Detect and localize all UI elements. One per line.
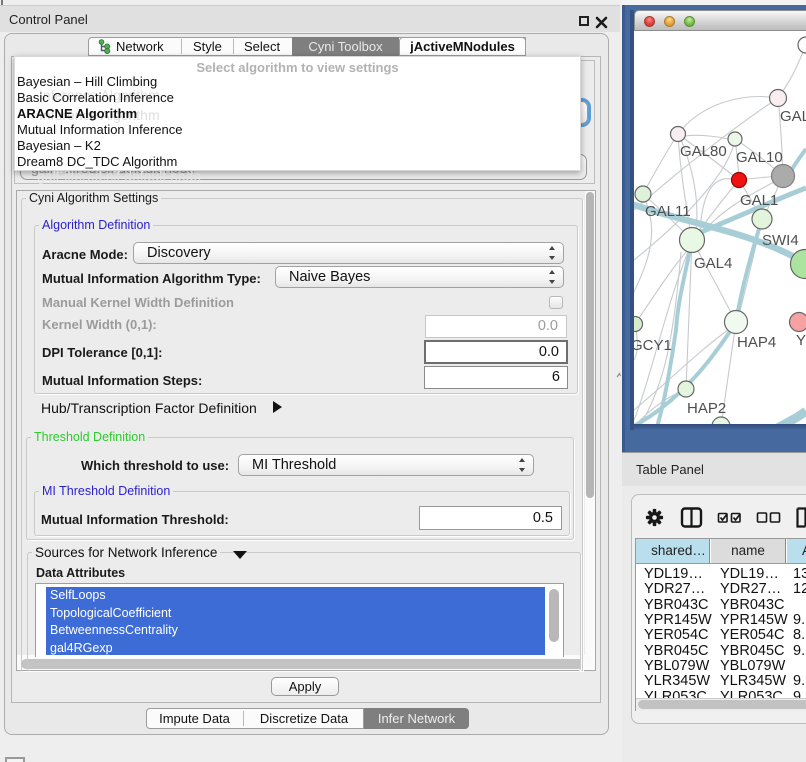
svg-text:GAL80: GAL80 bbox=[680, 143, 727, 160]
svg-text:HAP2: HAP2 bbox=[687, 400, 726, 417]
svg-text:GAL10: GAL10 bbox=[736, 149, 783, 166]
svg-text:HAP4: HAP4 bbox=[737, 334, 776, 351]
svg-text:Y: Y bbox=[796, 332, 806, 349]
svg-text:GAL8: GAL8 bbox=[780, 108, 806, 125]
svg-text:GAL11: GAL11 bbox=[645, 203, 691, 220]
svg-text:GAL4: GAL4 bbox=[694, 255, 732, 272]
svg-text:GCY1: GCY1 bbox=[634, 337, 672, 354]
svg-text:SWI4: SWI4 bbox=[762, 232, 799, 249]
svg-text:GAL1: GAL1 bbox=[740, 192, 778, 209]
